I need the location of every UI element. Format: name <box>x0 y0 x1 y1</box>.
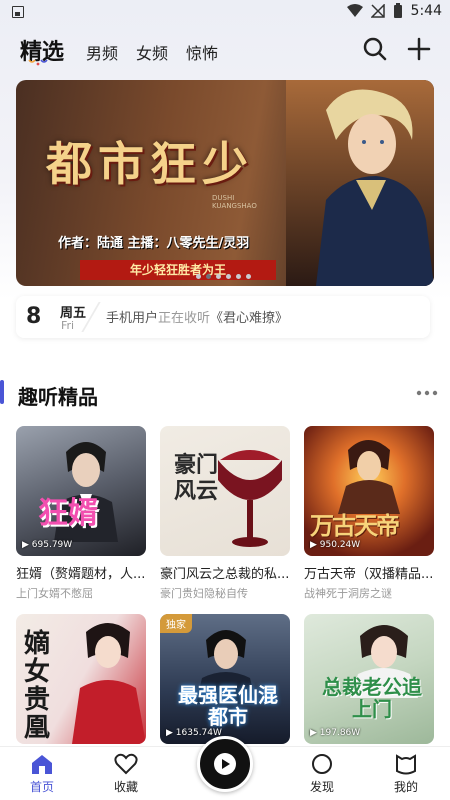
book-card[interactable]: 嫡女贵凰 <box>16 614 146 744</box>
cover-title-art: 豪门风云 <box>174 452 219 504</box>
play-count-value: 197.86W <box>319 728 361 738</box>
no-signal-icon <box>370 4 385 18</box>
banner-title: 都市狂少 <box>46 137 254 191</box>
promo-banner[interactable]: 都市狂少 DUSHI KUANGSHAO 作者：陆通 主播：八零先生/灵羽 年少… <box>16 80 434 286</box>
book-card[interactable]: 总裁老公追上门 ▶ 197.86W <box>304 614 434 744</box>
nav-profile[interactable]: 我的 <box>376 753 436 795</box>
listening-ticker[interactable]: 8 周五 Fri 手机用户正在收听《君心难撩》 <box>16 296 430 338</box>
banner-pinyin-line2: KUANGSHAO <box>212 202 257 210</box>
ticker-book: 《君心难撩》 <box>210 311 289 326</box>
player-button[interactable] <box>197 736 253 792</box>
ticker-action: 正在收听 <box>158 311 211 326</box>
pagination-dot-active <box>206 274 211 279</box>
ticker-user: 手机用户 <box>106 311 159 326</box>
discover-icon <box>312 754 332 774</box>
cover-title-art: 狂婿 <box>38 496 98 531</box>
status-time: 5:44 <box>410 3 442 19</box>
battery-icon <box>393 3 402 18</box>
book-cover[interactable]: 独家 最强医仙混都市 ▶ 1635.74W <box>160 614 290 744</box>
book-cover[interactable]: 狂婿 ▶ 695.79W <box>16 426 146 556</box>
book-cover[interactable]: 万古天帝 ▶ 950.24W <box>304 426 434 556</box>
section-title: 趣听精品 <box>18 385 98 409</box>
nav-discover-label: 发现 <box>309 780 334 794</box>
banner-pagination <box>196 274 251 279</box>
book-cover[interactable]: 豪门风云 <box>160 426 290 556</box>
nav-profile-label: 我的 <box>393 780 418 794</box>
book-cover[interactable]: 总裁老公追上门 ▶ 197.86W <box>304 614 434 744</box>
pagination-dot <box>226 274 231 279</box>
book-title: 狂婿（赘婿题材，人... <box>16 567 146 582</box>
book-description: 上门女婿不憋屈 <box>16 587 93 600</box>
more-dots-icon[interactable] <box>416 390 438 396</box>
cover-title-art: 万古天帝 <box>310 511 400 540</box>
book-card[interactable]: 独家 最强医仙混都市 ▶ 1635.74W <box>160 614 290 744</box>
pagination-dot <box>196 274 201 279</box>
cover-title-art: 总裁老公追上门 <box>322 675 422 721</box>
book-card[interactable]: 狂婿 ▶ 695.79W 狂婿（赘婿题材，人... 上门女婿不憋屈 <box>16 426 146 600</box>
wifi-icon <box>346 4 363 17</box>
banner-character-illustration <box>286 80 434 286</box>
tab-female[interactable]: 女频 <box>136 40 168 64</box>
home-icon <box>32 755 52 774</box>
ticker-weekday-en: Fri <box>61 319 75 332</box>
status-icons: 5:44 <box>346 3 442 19</box>
tab-male[interactable]: 男频 <box>86 40 118 64</box>
plus-icon[interactable] <box>406 36 432 62</box>
play-count: ▶ 950.24W <box>310 540 361 550</box>
tab-indicator-icon <box>28 59 48 66</box>
play-count-value: 695.79W <box>31 540 73 550</box>
ticker-day: 8 <box>26 304 42 329</box>
play-count-value: 950.24W <box>319 540 361 550</box>
search-icon[interactable] <box>362 36 388 62</box>
pagination-dot <box>236 274 241 279</box>
nav-favorites[interactable]: 收藏 <box>96 753 156 795</box>
book-card[interactable]: 万古天帝 ▶ 950.24W 万古天帝（双播精品... 战神死于洞房之谜 <box>304 426 434 600</box>
play-count: ▶ 1635.74W <box>166 728 222 738</box>
book-description: 豪门贵妇隐秘自传 <box>160 587 248 600</box>
heart-icon <box>114 753 138 775</box>
book-cover[interactable]: 嫡女贵凰 <box>16 614 146 744</box>
ticker-text: 手机用户正在收听《君心难撩》 <box>106 307 288 326</box>
cover-illustration <box>72 623 146 744</box>
play-count: ▶ 695.79W <box>22 540 73 550</box>
section-accent-bar <box>0 380 4 404</box>
nav-home-label: 首页 <box>29 780 54 794</box>
cover-title-art: 最强医仙混都市 <box>178 683 278 729</box>
tab-horror[interactable]: 惊怖 <box>186 40 218 64</box>
book-description: 战神死于洞房之谜 <box>304 587 392 600</box>
cover-title-art: 嫡女贵凰 <box>24 629 51 743</box>
book-title: 豪门风云之总裁的私... <box>160 567 290 582</box>
play-icon <box>214 753 236 775</box>
pagination-dot <box>216 274 221 279</box>
status-bar: 5:44 <box>0 0 450 26</box>
cover-illustration <box>338 440 400 514</box>
nav-home[interactable]: 首页 <box>12 753 72 795</box>
pagination-dot <box>246 274 251 279</box>
book-card[interactable]: 豪门风云 豪门风云之总裁的私... 豪门贵妇隐秘自传 <box>160 426 290 600</box>
notification-icon <box>12 6 24 18</box>
banner-credits: 作者：陆通 主播：八零先生/灵羽 <box>58 236 250 251</box>
nav-favorites-label: 收藏 <box>113 780 138 794</box>
book-title: 万古天帝（双播精品... <box>304 567 434 582</box>
exclusive-badge: 独家 <box>160 614 192 633</box>
banner-pinyin-line1: DUSHI <box>212 194 235 202</box>
banner-pinyin: DUSHI KUANGSHAO <box>212 194 257 210</box>
profile-icon <box>396 754 416 775</box>
nav-discover[interactable]: 发现 <box>292 753 352 795</box>
play-count: ▶ 197.86W <box>310 728 361 738</box>
